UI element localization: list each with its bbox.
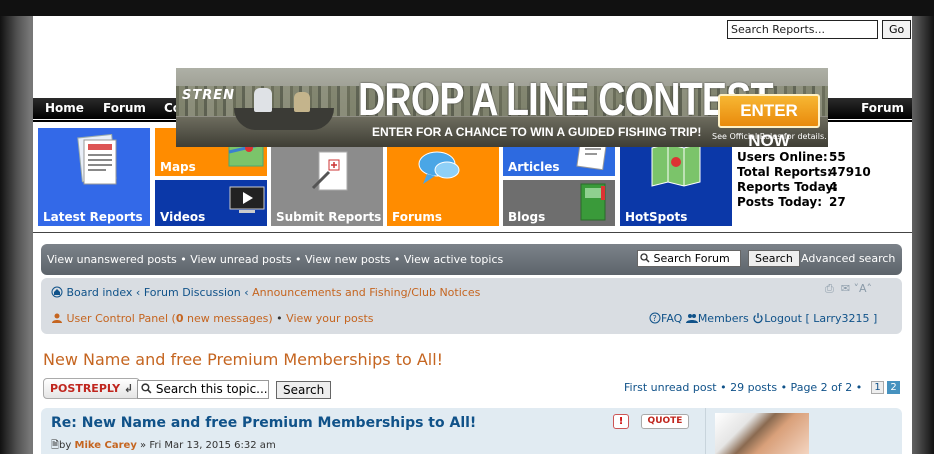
search-icon <box>640 253 650 263</box>
members-link[interactable]: Members <box>698 312 749 325</box>
reply-arrow-icon: ↲ <box>124 382 134 395</box>
top-band <box>0 0 934 16</box>
stat-posts-today: Posts Today: 27 <box>737 195 846 209</box>
forum-subbar: Board index ‹ Forum Discussion ‹ Announc… <box>41 278 902 334</box>
email-icon[interactable]: ✉ <box>841 282 850 295</box>
post-reply-button[interactable]: POSTREPLY ↲ <box>43 378 141 399</box>
go-button[interactable]: Go <box>882 20 912 39</box>
breadcrumb-separator: ‹ <box>244 286 249 299</box>
search-reports-input[interactable] <box>727 20 878 39</box>
stat-users-online: Users Online: 55 <box>737 150 846 164</box>
tile-label: Forums <box>392 210 443 224</box>
book-icon <box>580 183 606 221</box>
stren-logo: STREN <box>182 88 236 103</box>
tile-label: Latest Reports <box>43 210 143 224</box>
user-links: User Control Panel (0 new messages) • Vi… <box>51 312 374 325</box>
angler-figure <box>294 92 310 112</box>
page-2-current: 2 <box>887 381 900 394</box>
boat-image <box>234 108 334 130</box>
tile-videos[interactable]: Videos <box>155 180 267 226</box>
bullet: • <box>276 312 283 325</box>
angler-figure <box>254 88 272 112</box>
user-icon <box>52 313 62 323</box>
tile-label: Submit Reports <box>276 210 382 224</box>
faq-link[interactable]: FAQ <box>661 312 682 325</box>
power-icon <box>753 313 763 324</box>
breadcrumb-board-index[interactable]: Board index <box>67 286 133 299</box>
post-title[interactable]: Re: New Name and free Premium Membership… <box>51 415 476 431</box>
nav-home[interactable]: Home <box>45 101 84 115</box>
nav-forum-right[interactable]: Forum <box>861 101 904 115</box>
advanced-search-link[interactable]: Advanced search <box>801 252 895 265</box>
stat-total-reports: Total Reports: 47910 <box>737 165 871 179</box>
banner-subline: ENTER FOR A CHANCE TO WIN A GUIDED FISHI… <box>372 125 702 139</box>
forum-area: View unanswered posts • View unread post… <box>33 232 912 454</box>
avatar <box>715 413 809 454</box>
tile-latest-reports[interactable]: Latest Reports <box>38 128 150 226</box>
search-icon <box>141 383 152 394</box>
home-icon <box>51 286 63 298</box>
topic-title[interactable]: New Name and free Premium Memberships to… <box>43 350 443 369</box>
page-tools: ⎙ ✉ ˅A˄ <box>825 282 872 296</box>
tile-label: Maps <box>160 160 196 174</box>
post: Re: New Name and free Premium Membership… <box>41 408 902 454</box>
post-divider <box>705 408 706 454</box>
quick-links[interactable]: View unanswered posts • View unread post… <box>47 253 503 266</box>
header-search: Go <box>727 20 912 39</box>
members-icon <box>685 314 698 323</box>
report-post-icon[interactable]: ! <box>613 414 629 429</box>
print-icon[interactable]: ⎙ <box>825 282 834 295</box>
view-your-posts-link[interactable]: View your posts <box>286 312 373 325</box>
tile-label: HotSpots <box>625 210 688 224</box>
account-links: ? FAQ Members Logout [ Larry3215 ] <box>649 312 877 325</box>
new-messages-link[interactable]: (0 new messages) <box>172 312 273 325</box>
contest-banner[interactable]: STREN DROP A LINE CONTEST ENTER FOR A CH… <box>176 68 828 147</box>
stat-reports-today: Reports Today: 4 <box>737 180 838 194</box>
forum-navbar: View unanswered posts • View unread post… <box>41 244 902 275</box>
banner-fineprint: See Official Rules for details. <box>712 132 827 141</box>
search-forum-input[interactable]: Search Forum <box>637 250 741 267</box>
breadcrumb: Board index ‹ Forum Discussion ‹ Announc… <box>51 286 480 299</box>
user-control-panel-link[interactable]: User Control Panel <box>67 312 169 325</box>
search-topic-input[interactable]: Search this topic... <box>137 380 269 399</box>
breadcrumb-separator: ‹ <box>135 286 141 299</box>
logout-link[interactable]: Logout [ Larry3215 ] <box>764 312 877 325</box>
post-date: » Fri Mar 13, 2015 6:32 am <box>140 440 276 451</box>
breadcrumb-forum-discussion[interactable]: Forum Discussion <box>144 286 241 299</box>
site-stats: Users Online: 55 Total Reports: 47910 Repo… <box>737 150 871 210</box>
post-icon: 🗎 <box>51 440 60 451</box>
speech-bubbles-icon <box>418 151 460 184</box>
breadcrumb-current[interactable]: Announcements and Fishing/Club Notices <box>252 286 480 299</box>
page-1-link[interactable]: 1 <box>871 381 884 394</box>
search-topic-button[interactable]: Search <box>276 381 332 399</box>
faq-icon: ? <box>649 312 661 324</box>
banner-headline: DROP A LINE CONTEST <box>358 73 774 125</box>
post-meta: 🗎by Mike Carey » Fri Mar 13, 2015 6:32 a… <box>51 440 276 451</box>
tile-label: Videos <box>160 210 206 224</box>
newspaper-icon <box>77 134 117 185</box>
quote-button[interactable]: QUOTE <box>641 414 689 429</box>
map-icon <box>651 143 701 187</box>
font-size-icon[interactable]: ˅A˄ <box>854 282 873 295</box>
post-author[interactable]: Mike Carey <box>75 440 137 451</box>
nav-forum[interactable]: Forum <box>103 101 146 115</box>
svg-text:?: ? <box>653 314 657 323</box>
video-monitor-icon <box>229 186 265 213</box>
tile-label: Articles <box>508 160 560 174</box>
search-forum-button[interactable]: Search <box>748 250 800 267</box>
tile-blogs[interactable]: Blogs <box>503 180 615 226</box>
page: Go Home Forum Co Forum STREN DROP A LINE… <box>33 16 912 454</box>
tile-label: Blogs <box>508 210 546 224</box>
pagination-info: First unread post • 29 posts • Page 2 of… <box>624 381 863 394</box>
enter-now-button[interactable]: ENTER NOW <box>718 94 820 147</box>
document-pen-icon <box>311 151 348 191</box>
